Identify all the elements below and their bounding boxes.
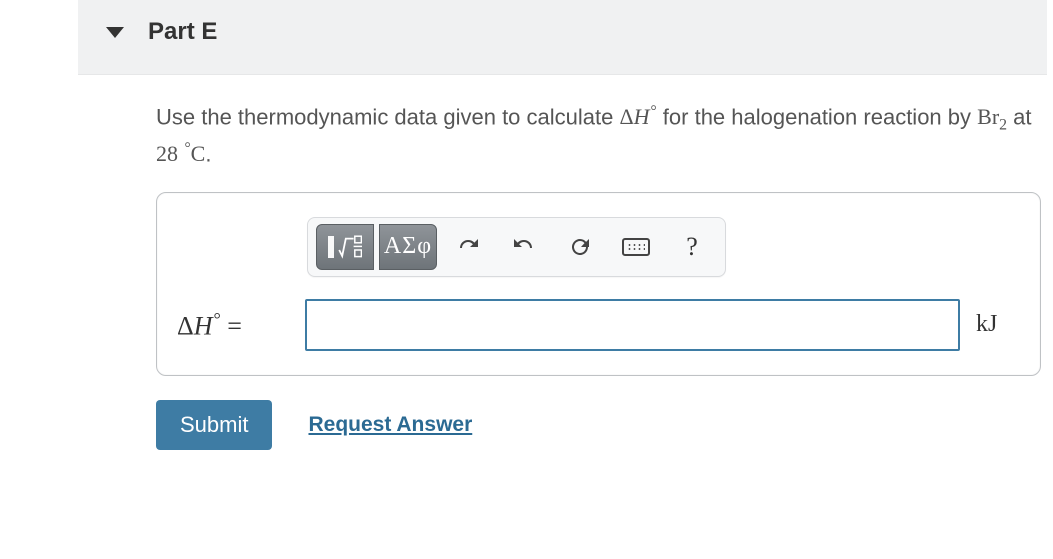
- prompt-mid: for the halogenation reaction by: [657, 104, 977, 129]
- reagent: Br2: [977, 104, 1007, 129]
- reset-icon: [568, 235, 592, 259]
- actions-row: Submit Request Answer: [156, 400, 1041, 450]
- reagent-subscript: 2: [999, 117, 1007, 134]
- math-templates-button[interactable]: [316, 224, 374, 270]
- keyboard-icon: [622, 238, 650, 256]
- keyboard-button[interactable]: [611, 224, 661, 270]
- question-content: Use the thermodynamic data given to calc…: [156, 75, 1041, 472]
- label-equals: =: [221, 311, 242, 340]
- redo-button[interactable]: [499, 224, 549, 270]
- sqrt-fraction-icon: [338, 235, 362, 259]
- prompt-tail: .: [205, 141, 211, 166]
- reagent-base: Br: [977, 104, 999, 129]
- variable-label: ΔH° =: [177, 309, 289, 342]
- redo-icon: [512, 235, 536, 259]
- undo-button[interactable]: [443, 224, 493, 270]
- math-templates-icon: [328, 235, 362, 259]
- answer-input-row: ΔH° = kJ: [177, 299, 1020, 351]
- part-title: Part E: [148, 18, 217, 46]
- greek-symbols-label: ΑΣφ: [384, 233, 432, 260]
- answer-input[interactable]: [305, 299, 960, 351]
- reset-button[interactable]: [555, 224, 605, 270]
- help-label: ?: [686, 232, 698, 262]
- temperature: 28 °C: [156, 141, 205, 166]
- temp-unit: C: [191, 141, 206, 166]
- part-header[interactable]: Part E: [78, 0, 1047, 75]
- undo-icon: [456, 235, 480, 259]
- submit-button[interactable]: Submit: [156, 400, 272, 450]
- h-variable: H: [634, 104, 650, 129]
- request-answer-link[interactable]: Request Answer: [308, 413, 472, 437]
- answer-box: ΑΣφ ? ΔH° =: [156, 192, 1041, 376]
- label-degree: °: [214, 309, 221, 329]
- question-prompt: Use the thermodynamic data given to calc…: [156, 101, 1041, 170]
- greek-symbols-button[interactable]: ΑΣφ: [379, 224, 437, 270]
- temp-value: 28: [156, 141, 178, 166]
- unit-label: kJ: [976, 311, 1020, 338]
- delta-h-symbol: ΔH°: [619, 104, 656, 129]
- caret-down-icon: [106, 27, 124, 38]
- label-h: H: [194, 311, 213, 340]
- equation-toolbar: ΑΣφ ?: [307, 217, 726, 277]
- help-button[interactable]: ?: [667, 224, 717, 270]
- label-delta: Δ: [177, 311, 194, 340]
- prompt-lead: Use the thermodynamic data given to calc…: [156, 104, 619, 129]
- delta-symbol: Δ: [619, 104, 633, 129]
- at-word: at: [1007, 104, 1031, 129]
